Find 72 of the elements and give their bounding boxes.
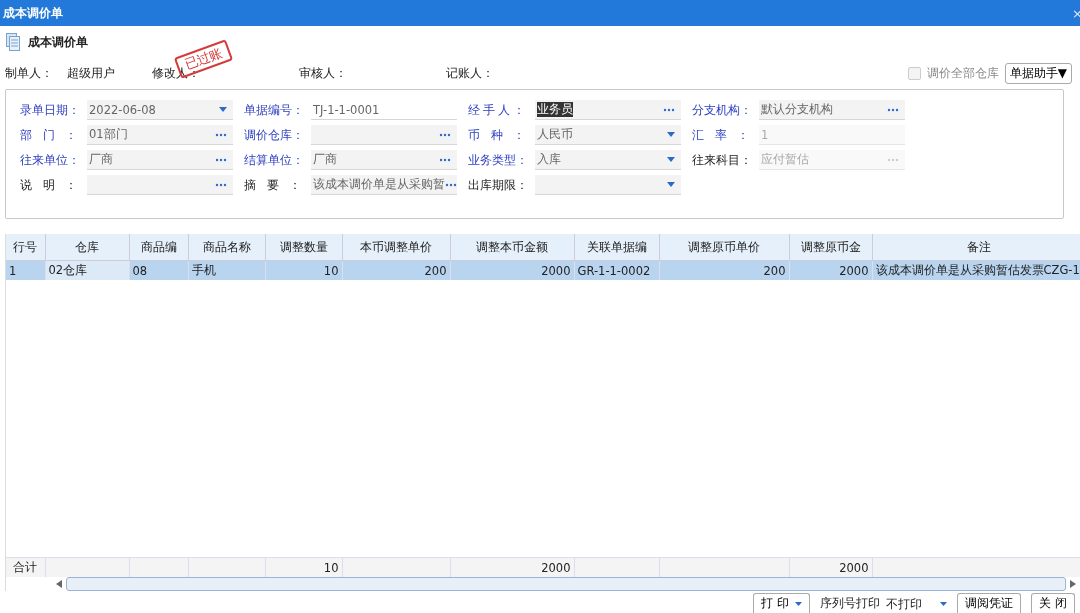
close-button[interactable]: 关 闭	[1031, 593, 1075, 613]
input-field[interactable]: 厂商	[311, 150, 457, 170]
more-icon[interactable]	[887, 107, 899, 112]
info-label: 审核人：	[299, 64, 347, 82]
column-header[interactable]: 备注	[872, 234, 1080, 261]
more-icon[interactable]	[215, 132, 227, 137]
field-label: 汇率：	[692, 126, 749, 144]
dropdown-icon[interactable]	[219, 107, 227, 112]
window-title: 成本调价单	[3, 4, 63, 22]
column-header[interactable]: 商品名称	[188, 234, 265, 261]
document-icon	[6, 33, 20, 51]
input-field[interactable]: 业务员	[535, 100, 681, 120]
field-label: 部门：	[20, 126, 77, 144]
column-header[interactable]: 调整数量	[265, 234, 342, 261]
more-icon[interactable]	[439, 132, 451, 137]
total-value: 2000	[839, 560, 869, 575]
column-header[interactable]: 商品编	[129, 234, 188, 261]
info-label: 记账人：	[446, 64, 494, 82]
total-label: 合计	[13, 560, 38, 574]
caret-icon	[940, 602, 948, 606]
input-field[interactable]: 01部门	[87, 125, 233, 145]
field-label: 分支机构：	[692, 101, 749, 119]
more-icon[interactable]	[663, 107, 675, 112]
input-field[interactable]: 默认分支机构	[759, 100, 905, 120]
input-field[interactable]: 厂商	[87, 150, 233, 170]
checkbox-label: 调价全部仓库	[926, 64, 999, 82]
column-header[interactable]: 仓库	[45, 234, 129, 261]
serial-print-label: 序列号打印	[820, 595, 881, 612]
field-label: 说明：	[20, 176, 77, 194]
scroll-right-icon[interactable]	[1070, 580, 1076, 588]
serial-print-select[interactable]: 不打印	[886, 595, 948, 613]
field-label: 币种：	[468, 126, 525, 144]
info-value: 超级用户	[67, 64, 115, 82]
helper-button[interactable]: 单据助手▼	[1004, 62, 1072, 84]
input-field[interactable]: 该成本调价单是从采购暂	[311, 175, 457, 195]
view-voucher-button[interactable]: 调阅凭证	[957, 593, 1022, 613]
field-label: 业务类型：	[468, 151, 525, 169]
dropdown-icon[interactable]	[667, 182, 675, 187]
more-icon[interactable]	[215, 157, 227, 162]
column-header[interactable]: 调整原币单价	[659, 234, 789, 261]
field-label: 调价仓库：	[244, 126, 301, 144]
more-icon[interactable]	[445, 182, 457, 187]
input-field[interactable]	[535, 175, 681, 195]
input-field[interactable]: 2022-06-08	[87, 100, 233, 120]
more-icon[interactable]	[439, 157, 451, 162]
column-header[interactable]: 本币调整单价	[342, 234, 450, 261]
field-label: 出库期限：	[468, 176, 525, 194]
caret-icon	[795, 601, 803, 606]
input-field[interactable]: 入库	[535, 150, 681, 170]
total-value: 10	[323, 560, 339, 575]
scroll-left-icon[interactable]	[56, 580, 62, 588]
input-field[interactable]	[311, 125, 457, 145]
info-label: 制单人：	[5, 64, 53, 82]
field-label: 往来科目：	[692, 151, 749, 169]
print-button[interactable]: 打 印	[753, 593, 811, 613]
column-header[interactable]: 调整原币金	[789, 234, 872, 261]
column-header[interactable]: 关联单据编	[574, 234, 659, 261]
dropdown-icon[interactable]	[667, 157, 675, 162]
form-title: 成本调价单	[28, 33, 88, 51]
field-label: 经手人：	[468, 101, 525, 119]
field-label: 摘要：	[244, 176, 301, 194]
input-field[interactable]	[87, 175, 233, 195]
dropdown-icon[interactable]	[667, 132, 675, 137]
field-label: 单据编号：	[244, 101, 301, 119]
field-label: 结算单位：	[244, 151, 301, 169]
column-header[interactable]: 调整本币金额	[450, 234, 574, 261]
field-label: 录单日期：	[20, 101, 77, 119]
column-header[interactable]: 行号	[6, 234, 45, 261]
input-field[interactable]: 人民币	[535, 125, 681, 145]
more-icon[interactable]	[215, 182, 227, 187]
total-value: 2000	[541, 560, 571, 575]
field-label: 往来单位：	[20, 151, 77, 169]
